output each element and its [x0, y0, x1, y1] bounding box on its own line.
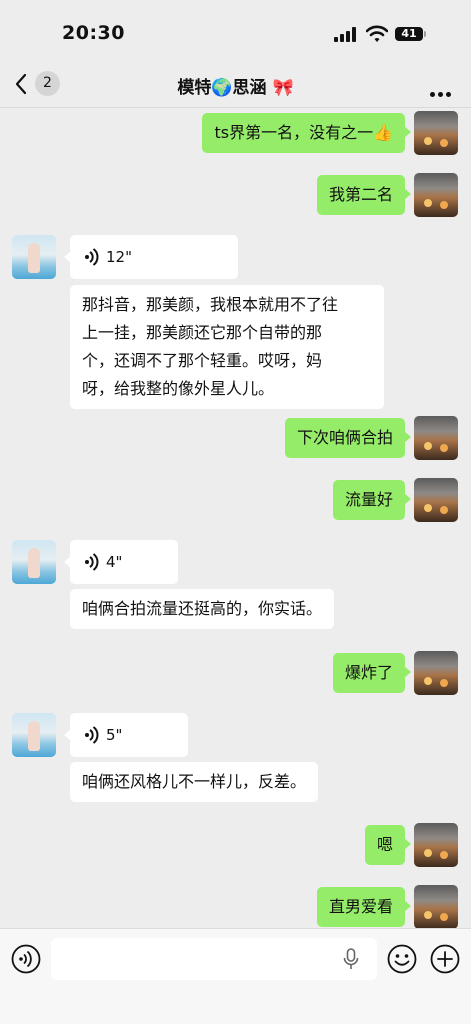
contact-avatar[interactable]: [12, 713, 56, 757]
my-avatar[interactable]: [414, 885, 458, 928]
my-avatar[interactable]: [414, 823, 458, 867]
more-options-icon[interactable]: [430, 82, 454, 101]
voice-icon[interactable]: [11, 944, 41, 974]
voice-message[interactable]: 12": [64, 235, 238, 279]
sent-message[interactable]: ts界第一名，没有之一👍: [202, 113, 411, 153]
voice-transcript[interactable]: 咱俩还风格儿不一样儿，反差。: [70, 762, 319, 802]
battery-icon: 41: [395, 27, 423, 41]
voice-wave-icon: [85, 553, 99, 571]
contact-avatar[interactable]: [12, 235, 56, 279]
voice-transcript[interactable]: 那抖音，那美颜，我根本就用不了往 上一挂，那美颜还它那个自带的那 个，还调不了那…: [70, 285, 384, 409]
message-input[interactable]: [51, 938, 377, 980]
my-avatar[interactable]: [414, 111, 458, 155]
battery-tip: [424, 31, 426, 37]
voice-message[interactable]: 4": [64, 540, 178, 584]
voice-duration: 12": [106, 248, 132, 266]
voice-wave-icon: [85, 726, 99, 744]
voice-duration: 5": [106, 726, 123, 744]
my-avatar[interactable]: [414, 478, 458, 522]
contact-avatar[interactable]: [12, 540, 56, 584]
voice-transcript[interactable]: 咱俩合拍流量还挺高的，你实话。: [70, 589, 335, 629]
transcript-line: 那抖音，那美颜，我根本就用不了往: [82, 295, 339, 314]
wifi-icon: [366, 25, 388, 42]
status-bar: 20:30 41: [0, 0, 471, 62]
my-avatar[interactable]: [414, 416, 458, 460]
transcript-line: 个，还调不了那个轻重。哎呀，妈: [82, 351, 323, 370]
cellular-signal-icon: [334, 27, 358, 42]
plus-icon[interactable]: [430, 944, 460, 974]
emoji-icon[interactable]: [387, 944, 417, 974]
sent-message[interactable]: 嗯: [364, 825, 412, 865]
sent-message[interactable]: 流量好: [332, 480, 412, 520]
chat-title: 模特🌍思涵 🎀: [177, 78, 294, 98]
sent-message[interactable]: 我第二名: [316, 175, 412, 215]
voice-message[interactable]: 5": [64, 713, 188, 757]
message-list[interactable]: ts界第一名，没有之一👍 我第二名 12" 那抖音，那美颜，我根本就用不了往 上…: [0, 108, 471, 928]
my-avatar[interactable]: [414, 651, 458, 695]
my-avatar[interactable]: [414, 173, 458, 217]
transcript-line: 上一挂，那美颜还它那个自带的那: [82, 323, 323, 342]
chat-header: 2 模特🌍思涵 🎀: [0, 62, 471, 108]
status-time: 20:30: [62, 22, 125, 44]
sent-message[interactable]: 直男爱看: [316, 887, 412, 927]
sent-message[interactable]: 下次咱俩合拍: [284, 418, 412, 458]
transcript-line: 呀，给我整的像外星人儿。: [82, 379, 275, 398]
input-bar: [0, 928, 471, 1024]
sent-message[interactable]: 爆炸了: [332, 653, 412, 693]
voice-duration: 4": [106, 553, 123, 571]
voice-wave-icon: [85, 248, 99, 266]
mic-icon[interactable]: [343, 948, 359, 970]
